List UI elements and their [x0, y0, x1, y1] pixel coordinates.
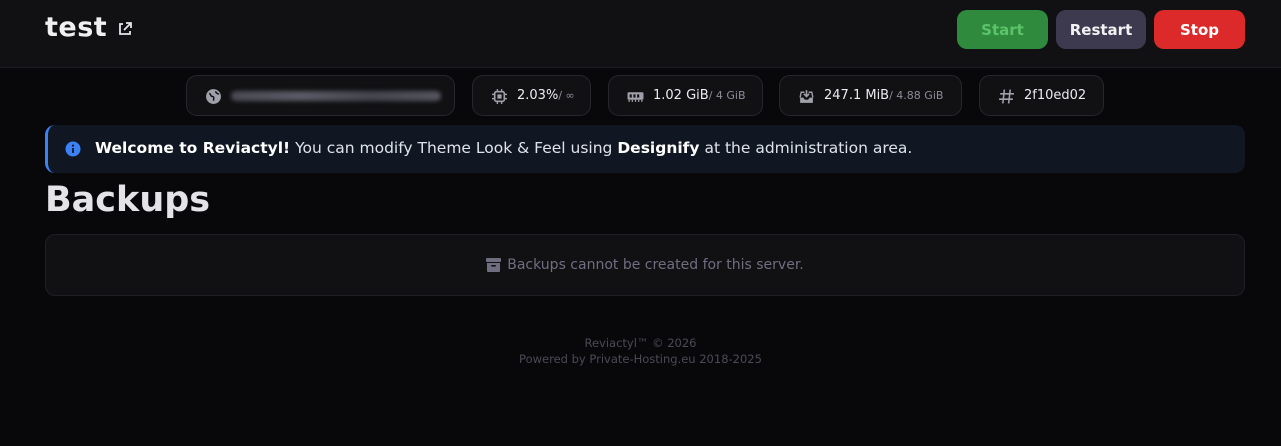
empty-message: Backups cannot be created for this serve… — [507, 257, 804, 273]
cpu-icon — [492, 89, 507, 104]
alert-text-end: at the administration area. — [699, 139, 913, 157]
external-link-icon[interactable] — [117, 21, 133, 37]
backups-empty-state: Backups cannot be created for this serve… — [45, 234, 1245, 296]
stat-server-id[interactable]: 2f10ed02 — [979, 75, 1104, 116]
stat-address[interactable] — [186, 75, 455, 116]
alert-strong: Welcome to Reviactyl! — [95, 139, 291, 157]
start-button[interactable]: Start — [957, 10, 1048, 49]
alert-message: Welcome to Reviactyl! You can modify The… — [95, 125, 912, 171]
stop-button[interactable]: Stop — [1154, 10, 1245, 49]
server-header: test Start Restart Stop — [0, 0, 1281, 68]
server-address-blurred — [231, 76, 441, 115]
hash-icon — [999, 89, 1014, 104]
archive-icon — [486, 258, 502, 272]
stat-disk: 247.1 MiB/ 4.88 GiB — [779, 75, 962, 116]
stat-cpu: 2.03%/ ∞ — [472, 75, 591, 116]
footer-copyright: Reviactyl™ © 2026 — [584, 336, 697, 350]
disk-icon — [799, 90, 814, 103]
server-title: test — [45, 12, 108, 43]
restart-button[interactable]: Restart — [1056, 10, 1146, 49]
alert-text: You can modify Theme Look & Feel using — [290, 139, 618, 157]
cpu-limit: / ∞ — [558, 89, 575, 102]
memory-icon — [627, 92, 644, 102]
page-title: Backups — [45, 180, 211, 220]
footer-powered-by: Powered by Private-Hosting.eu 2018-2025 — [519, 352, 762, 366]
alert-designify: Designify — [617, 139, 700, 157]
disk-limit: / 4.88 GiB — [889, 89, 944, 102]
welcome-alert: Welcome to Reviactyl! You can modify The… — [45, 125, 1245, 173]
memory-value: 1.02 GiB — [653, 88, 709, 103]
stat-memory: 1.02 GiB/ 4 GiB — [608, 75, 763, 116]
memory-limit: / 4 GiB — [708, 89, 746, 102]
server-id: 2f10ed02 — [1024, 88, 1087, 103]
globe-icon — [206, 89, 221, 104]
info-icon — [65, 141, 81, 157]
cpu-value: 2.03% — [517, 88, 559, 103]
disk-value: 247.1 MiB — [824, 88, 890, 103]
